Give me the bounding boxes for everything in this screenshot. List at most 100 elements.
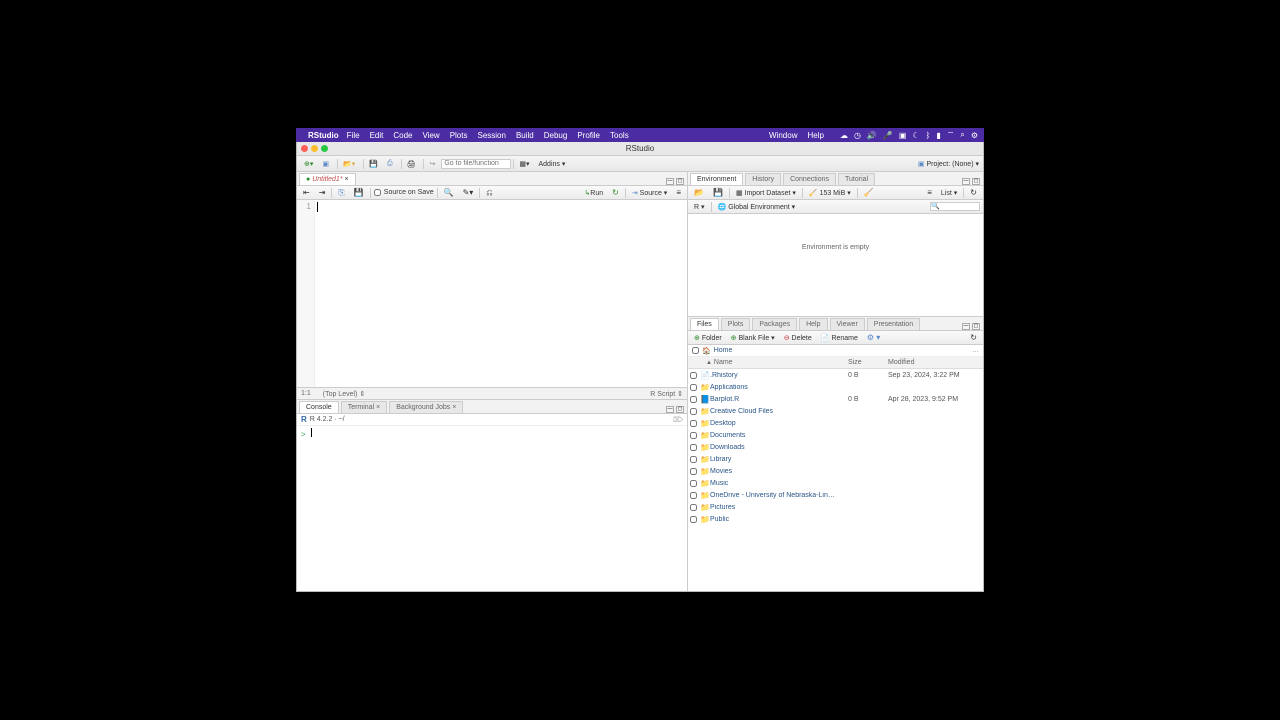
- close-tab-icon[interactable]: ×: [345, 176, 349, 183]
- new-file-button[interactable]: ⊕▾: [301, 159, 316, 169]
- menu-help[interactable]: Help: [807, 131, 823, 140]
- new-project-button[interactable]: ▣: [319, 159, 332, 169]
- file-row[interactable]: 📁OneDrive - University of Nebraska-Lin…: [688, 489, 983, 501]
- battery-icon[interactable]: ▮: [936, 131, 940, 140]
- file-checkbox[interactable]: [690, 468, 697, 475]
- more-button[interactable]: ⚙ ▾: [864, 333, 883, 342]
- col-size[interactable]: Size: [848, 359, 888, 366]
- menu-build[interactable]: Build: [516, 131, 534, 140]
- fullscreen-button[interactable]: [321, 145, 328, 152]
- save-all-button[interactable]: ⎙: [384, 159, 396, 169]
- save-button[interactable]: 💾: [366, 159, 381, 169]
- addins-button[interactable]: Addins ▾: [535, 159, 568, 169]
- console-input[interactable]: >: [297, 426, 687, 591]
- outline-button[interactable]: ≡: [673, 188, 684, 197]
- select-all-checkbox[interactable]: [692, 347, 699, 354]
- env-search-input[interactable]: [930, 202, 980, 211]
- compile-button[interactable]: ⎌: [483, 188, 495, 198]
- file-name[interactable]: Movies: [710, 468, 848, 475]
- grid-button[interactable]: ▦▾: [516, 159, 532, 169]
- file-checkbox[interactable]: [690, 372, 697, 379]
- file-name[interactable]: .Rhistory: [710, 372, 848, 379]
- list-mode-button[interactable]: List ▾: [938, 189, 960, 197]
- file-checkbox[interactable]: [690, 384, 697, 391]
- tab-help[interactable]: Help: [799, 318, 827, 330]
- file-checkbox[interactable]: [690, 444, 697, 451]
- tab-console[interactable]: Console: [299, 401, 339, 413]
- cloud-icon[interactable]: ☁: [840, 131, 848, 140]
- rerun-button[interactable]: ↻: [609, 188, 622, 197]
- file-name[interactable]: Library: [710, 456, 848, 463]
- dnd-icon[interactable]: ☾: [912, 131, 919, 140]
- control-center-icon[interactable]: ⚙: [971, 131, 978, 140]
- mic-icon[interactable]: 🎤: [883, 131, 893, 140]
- memory-usage[interactable]: 🧹 153 MiB ▾: [806, 189, 854, 197]
- file-name[interactable]: Desktop: [710, 420, 848, 427]
- tab-files[interactable]: Files: [690, 318, 719, 330]
- file-name[interactable]: Music: [710, 480, 848, 487]
- file-checkbox[interactable]: [690, 480, 697, 487]
- minimize-pane-icon[interactable]: —: [666, 178, 674, 185]
- menu-file[interactable]: File: [347, 131, 360, 140]
- file-name[interactable]: Downloads: [710, 444, 848, 451]
- delete-button[interactable]: ⊖ Delete: [781, 334, 815, 342]
- file-name[interactable]: Pictures: [710, 504, 848, 511]
- maximize-pane-icon[interactable]: ▢: [972, 323, 980, 330]
- new-folder-button[interactable]: ⊕ Folder: [691, 334, 725, 342]
- clear-env-button[interactable]: 🧹: [861, 188, 877, 197]
- file-type-label[interactable]: R Script ⇕: [650, 390, 683, 398]
- menu-tools[interactable]: Tools: [610, 131, 629, 140]
- zoom-icon[interactable]: ▣: [899, 131, 907, 140]
- menu-profile[interactable]: Profile: [577, 131, 600, 140]
- tab-environment[interactable]: Environment: [690, 173, 743, 185]
- print-button[interactable]: 🖨: [404, 159, 419, 169]
- rename-button[interactable]: 📄 Rename: [818, 334, 861, 342]
- refresh-files-button[interactable]: ↻: [967, 333, 980, 342]
- tab-tutorial[interactable]: Tutorial: [838, 173, 875, 185]
- menu-code[interactable]: Code: [393, 131, 412, 140]
- tab-terminal[interactable]: Terminal ×: [341, 401, 388, 413]
- run-button[interactable]: ↳Run: [581, 189, 606, 197]
- file-row[interactable]: 📁Public: [688, 513, 983, 525]
- file-name[interactable]: Documents: [710, 432, 848, 439]
- col-modified[interactable]: Modified: [888, 359, 983, 366]
- file-checkbox[interactable]: [690, 492, 697, 499]
- scope-label[interactable]: (Top Level) ⇕: [323, 390, 365, 398]
- file-name[interactable]: Creative Cloud Files: [710, 408, 848, 415]
- menu-edit[interactable]: Edit: [370, 131, 384, 140]
- file-row[interactable]: 📁Music: [688, 477, 983, 489]
- tab-presentation[interactable]: Presentation: [867, 318, 920, 330]
- save-workspace-button[interactable]: 💾: [710, 188, 726, 197]
- maximize-pane-icon[interactable]: ▢: [972, 178, 980, 185]
- bluetooth-icon[interactable]: ᛒ: [926, 131, 931, 140]
- tab-packages[interactable]: Packages: [752, 318, 797, 330]
- file-checkbox[interactable]: [690, 420, 697, 427]
- goto-input[interactable]: [441, 159, 511, 169]
- more-path-button[interactable]: …: [972, 347, 979, 354]
- file-checkbox[interactable]: [690, 432, 697, 439]
- find-button[interactable]: 🔍: [441, 188, 457, 197]
- save-script-button[interactable]: 💾: [351, 188, 367, 197]
- file-checkbox[interactable]: [690, 396, 697, 403]
- file-row[interactable]: 📁Pictures: [688, 501, 983, 513]
- file-row[interactable]: 📁Applications: [688, 381, 983, 393]
- file-row[interactable]: 📘Barplot.R0 BApr 28, 2023, 9:52 PM: [688, 393, 983, 405]
- back-button[interactable]: ⇤: [300, 188, 313, 197]
- menu-session[interactable]: Session: [477, 131, 505, 140]
- file-checkbox[interactable]: [690, 516, 697, 523]
- import-dataset-button[interactable]: ▦ Import Dataset ▾: [733, 189, 799, 197]
- close-button[interactable]: [301, 145, 308, 152]
- file-checkbox[interactable]: [690, 504, 697, 511]
- env-scope-button[interactable]: 🌐 Global Environment ▾: [715, 203, 799, 211]
- tab-connections[interactable]: Connections: [783, 173, 836, 185]
- tab-background-jobs[interactable]: Background Jobs ×: [389, 401, 463, 413]
- tab-viewer[interactable]: Viewer: [830, 318, 865, 330]
- forward-button[interactable]: ⇥: [316, 188, 329, 197]
- menu-plots[interactable]: Plots: [450, 131, 468, 140]
- file-checkbox[interactable]: [690, 408, 697, 415]
- file-name[interactable]: OneDrive - University of Nebraska-Lin…: [710, 492, 848, 499]
- minimize-pane-icon[interactable]: —: [962, 178, 970, 185]
- clock-icon[interactable]: ◷: [854, 131, 861, 140]
- breadcrumb-home[interactable]: Home: [714, 347, 733, 354]
- language-scope[interactable]: R ▾: [691, 203, 708, 211]
